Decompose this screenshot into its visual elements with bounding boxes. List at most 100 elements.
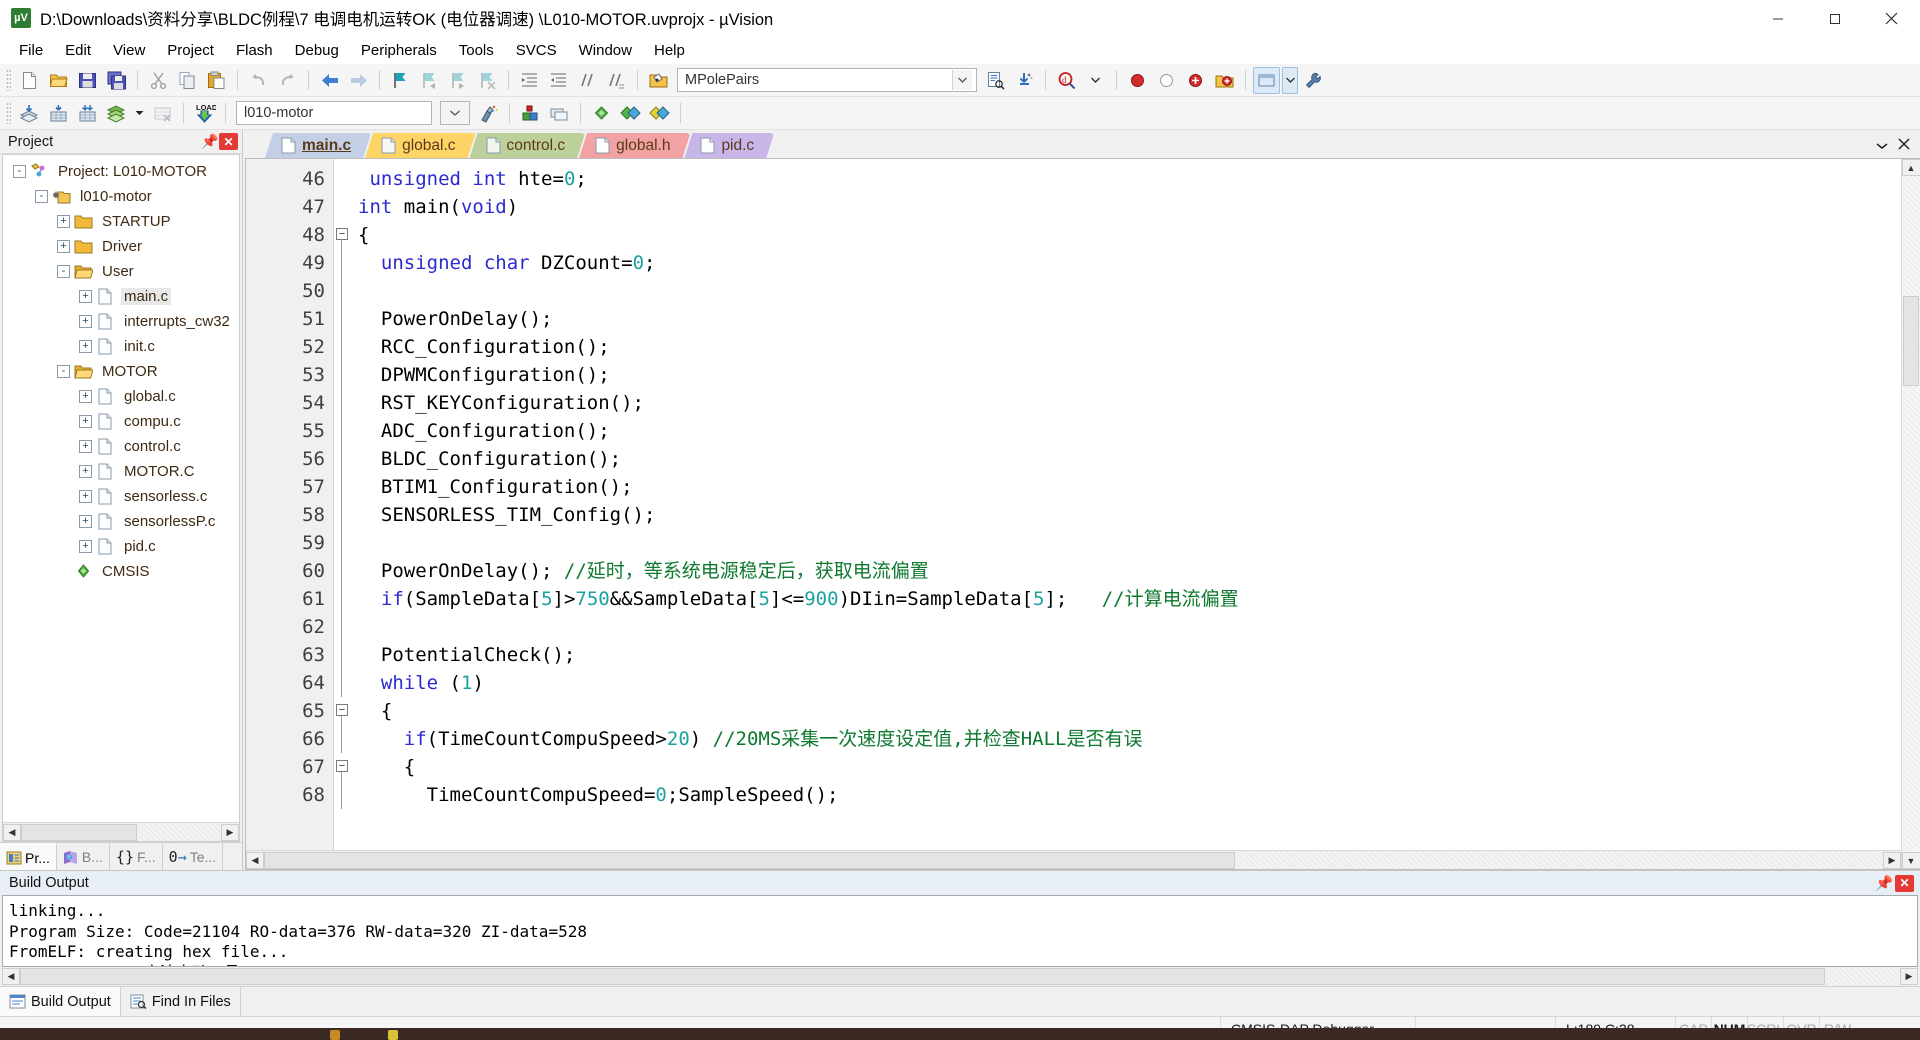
code-line[interactable]: PowerOnDelay();: [358, 305, 1901, 333]
scroll-right-button[interactable]: ▶: [1883, 851, 1901, 869]
expand-icon[interactable]: +: [79, 540, 92, 553]
comment-icon[interactable]: [574, 67, 601, 94]
vscroll-track[interactable]: [1902, 176, 1920, 852]
bookmark-clear-icon[interactable]: [474, 67, 501, 94]
tree-item-startup[interactable]: + STARTUP: [3, 209, 239, 234]
new-file-icon[interactable]: [16, 67, 43, 94]
menu-window[interactable]: Window: [568, 39, 643, 63]
code-line[interactable]: RST_KEYConfiguration();: [358, 389, 1901, 417]
code-text[interactable]: unsigned int hte=0; int main(void){ unsig…: [352, 159, 1901, 850]
pin-icon[interactable]: 📌: [1873, 875, 1895, 892]
code-line[interactable]: PowerOnDelay(); //延时，等系统电源稳定后，获取电流偏置: [358, 557, 1901, 585]
code-line[interactable]: if(SampleData[5]>750&&SampleData[5]<=900…: [358, 585, 1901, 613]
code-line[interactable]: {: [358, 753, 1901, 781]
expand-icon[interactable]: +: [79, 465, 92, 478]
load-flash-icon[interactable]: LOAD: [191, 100, 218, 127]
tree-item-global-c[interactable]: + global.c: [3, 384, 239, 409]
collapse-icon[interactable]: -: [57, 365, 70, 378]
hscroll-thumb[interactable]: [20, 968, 1825, 985]
chevron-down-icon[interactable]: [952, 70, 972, 90]
redo-icon[interactable]: [274, 67, 301, 94]
expand-icon[interactable]: +: [79, 290, 92, 303]
panel-tab-functions[interactable]: {} F...: [110, 843, 163, 870]
code-line[interactable]: TimeCountCompuSpeed=0;SampleSpeed();: [358, 781, 1901, 809]
tree-item-driver[interactable]: + Driver: [3, 234, 239, 259]
panel-tab-books[interactable]: ? B...: [57, 843, 110, 870]
menu-view[interactable]: View: [102, 39, 156, 63]
expand-icon[interactable]: +: [57, 240, 70, 253]
hscroll-thumb[interactable]: [264, 851, 1236, 869]
menu-project[interactable]: Project: [156, 39, 225, 63]
navigate-forward-icon[interactable]: [345, 67, 372, 94]
configure-dropdown-arrow[interactable]: [1282, 66, 1298, 94]
expand-icon[interactable]: +: [79, 490, 92, 503]
undo-icon[interactable]: [245, 67, 272, 94]
scroll-left-button[interactable]: ◀: [246, 851, 264, 869]
maximize-button[interactable]: [1806, 0, 1863, 37]
code-line[interactable]: RCC_Configuration();: [358, 333, 1901, 361]
indent-icon[interactable]: [516, 67, 543, 94]
doc-tab-global-h[interactable]: global.h: [579, 133, 690, 158]
open-file-icon[interactable]: [45, 67, 72, 94]
close-icon[interactable]: ✕: [219, 133, 238, 150]
doc-tab-global-c[interactable]: global.c: [365, 133, 475, 158]
find-dropdown-arrow[interactable]: [1082, 67, 1109, 94]
close-button[interactable]: [1863, 0, 1920, 37]
code-line[interactable]: while (1): [358, 669, 1901, 697]
code-line[interactable]: if(TimeCountCompuSpeed>20) //20MS采集一次速度设…: [358, 725, 1901, 753]
hscroll-track[interactable]: [20, 968, 1900, 985]
tree-item-project-l010-motor[interactable]: - Project: L010-MOTOR: [3, 159, 239, 184]
tree-item-motor[interactable]: - MOTOR: [3, 359, 239, 384]
chevron-down-icon[interactable]: [1876, 137, 1888, 155]
tab-build-output[interactable]: Build Output: [0, 987, 121, 1016]
settings-wrench-icon[interactable]: [1300, 67, 1327, 94]
project-tree-hscrollbar[interactable]: ◀ ▶: [3, 822, 239, 841]
tab-find-in-files[interactable]: Find In Files: [121, 987, 241, 1016]
hscroll-thumb[interactable]: [21, 823, 137, 841]
code-line[interactable]: {: [358, 697, 1901, 725]
expand-icon[interactable]: +: [57, 215, 70, 228]
manage-runtime-icon[interactable]: [517, 100, 544, 127]
code-line[interactable]: unsigned char DZCount=0;: [358, 249, 1901, 277]
tree-item-motor-c[interactable]: + MOTOR.C: [3, 459, 239, 484]
stop-build-icon[interactable]: [149, 100, 176, 127]
tree-item-interrupts-cw32[interactable]: + interrupts_cw32: [3, 309, 239, 334]
scroll-down-button[interactable]: ▼: [1901, 852, 1920, 869]
expand-icon[interactable]: +: [79, 440, 92, 453]
code-editor[interactable]: 46 47 48 49 50 51 52 53 54 55 56 57 58 59 60 61 62 63 64 65…: [245, 158, 1920, 870]
bookmark-next-icon[interactable]: [445, 67, 472, 94]
outdent-icon[interactable]: [545, 67, 572, 94]
rebuild-icon[interactable]: [45, 100, 72, 127]
taskbar-item-1[interactable]: [330, 1030, 340, 1040]
tree-item-pid-c[interactable]: + pid.c: [3, 534, 239, 559]
expand-icon[interactable]: +: [79, 515, 92, 528]
expand-icon[interactable]: +: [79, 415, 92, 428]
find-icon[interactable]: d: [1053, 67, 1080, 94]
menu-svcs[interactable]: SVCS: [505, 39, 568, 63]
fold-toggle[interactable]: −: [334, 753, 352, 781]
blue-green-diamond-icon[interactable]: [617, 100, 644, 127]
pin-icon[interactable]: 📌: [201, 133, 219, 150]
tree-item-user[interactable]: - User: [3, 259, 239, 284]
collapse-icon[interactable]: -: [35, 190, 48, 203]
code-line[interactable]: SENSORLESS_TIM_Config();: [358, 501, 1901, 529]
expand-icon[interactable]: +: [79, 340, 92, 353]
menu-file[interactable]: File: [8, 39, 54, 63]
menu-flash[interactable]: Flash: [225, 39, 284, 63]
minimize-button[interactable]: [1749, 0, 1806, 37]
target-combo[interactable]: l010-motor: [236, 101, 432, 125]
expand-icon[interactable]: +: [79, 315, 92, 328]
code-hscrollbar[interactable]: ◀ ▶: [246, 850, 1901, 869]
expand-icon[interactable]: +: [79, 390, 92, 403]
code-line[interactable]: BLDC_Configuration();: [358, 445, 1901, 473]
find-in-files-icon[interactable]: [982, 67, 1009, 94]
code-line[interactable]: [358, 277, 1901, 305]
code-line[interactable]: {: [358, 221, 1901, 249]
code-line[interactable]: ADC_Configuration();: [358, 417, 1901, 445]
tree-item-main-c[interactable]: + main.c: [3, 284, 239, 309]
code-line[interactable]: [358, 529, 1901, 557]
scroll-up-button[interactable]: ▲: [1901, 159, 1920, 176]
tree-item-init-c[interactable]: + init.c: [3, 334, 239, 359]
doc-tab-pid-c[interactable]: pid.c: [684, 133, 774, 158]
build-output-text[interactable]: linking... Program Size: Code=21104 RO-da…: [2, 895, 1918, 967]
